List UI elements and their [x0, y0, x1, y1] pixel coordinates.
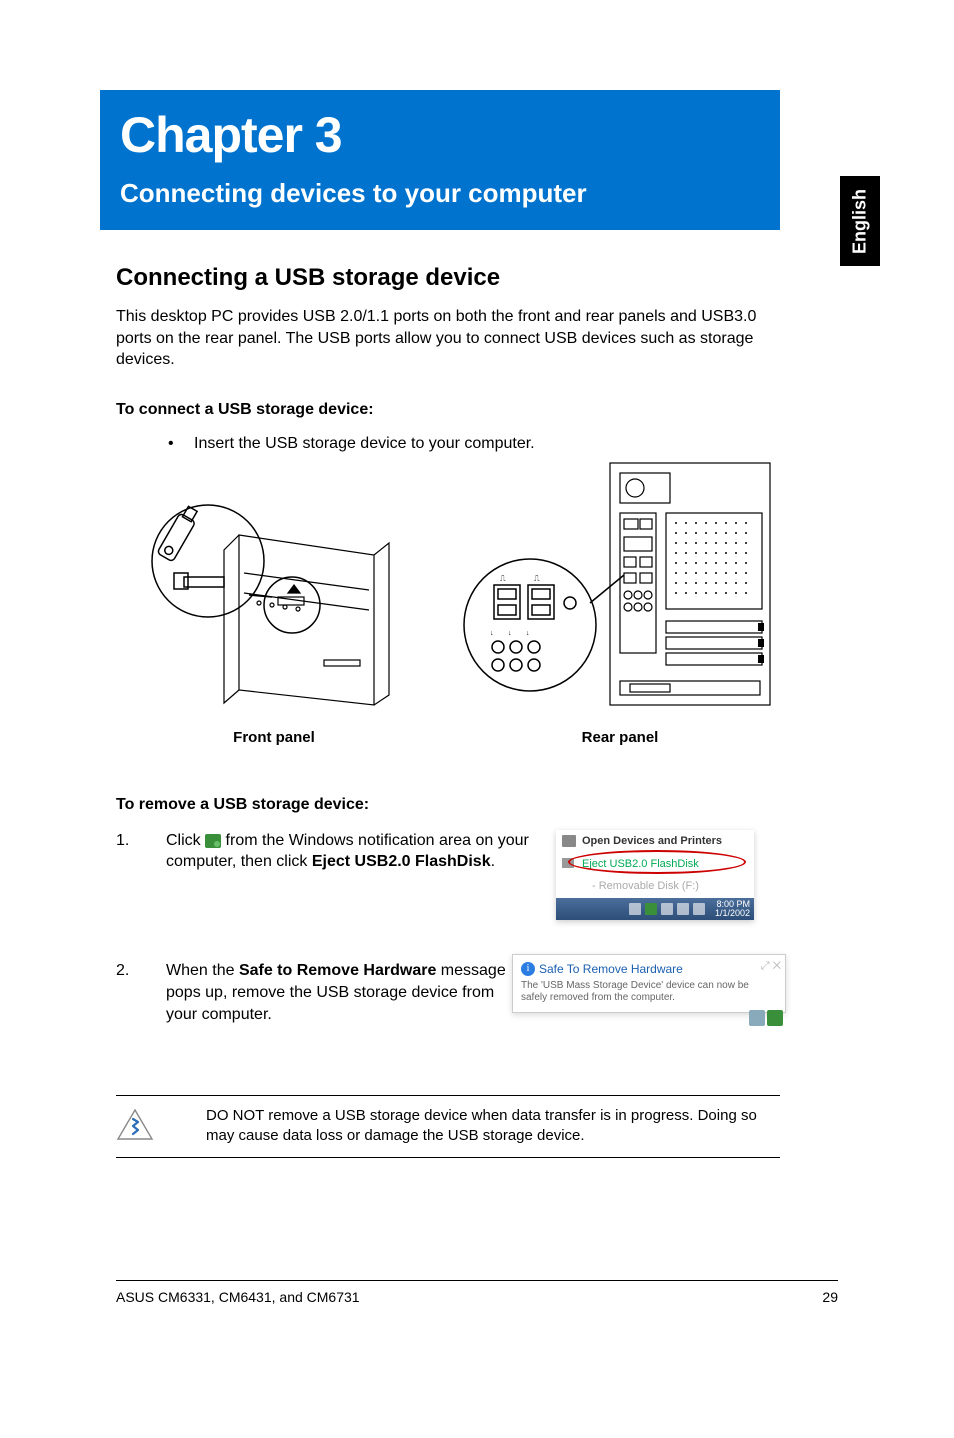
bullet-text: Insert the USB storage device to your co…: [194, 435, 535, 453]
eject-flashdisk-label: Eject USB2.0 FlashDisk: [582, 858, 699, 870]
figure-front-panel: Front panel: [116, 475, 432, 746]
svg-text:↓: ↓: [490, 630, 494, 637]
step-2-text: When the Safe to Remove Hardware message…: [166, 960, 506, 1025]
page-footer: ASUS CM6331, CM6431, and CM6731 29: [116, 1280, 838, 1305]
warning-icon: [116, 1108, 154, 1142]
remove-heading: To remove a USB storage device:: [116, 796, 780, 814]
svg-text:⎍: ⎍: [534, 574, 540, 583]
safe-remove-message: The 'USB Mass Storage Device' device can…: [521, 980, 777, 1004]
connect-heading: To connect a USB storage device:: [116, 401, 780, 419]
footer-model: ASUS CM6331, CM6431, and CM6731: [116, 1289, 360, 1305]
footer-page-number: 29: [822, 1289, 838, 1305]
bullet-dot: •: [168, 435, 194, 453]
rear-panel-caption: Rear panel: [582, 729, 659, 746]
info-icon: i: [521, 962, 535, 976]
chapter-subtitle: Connecting devices to your computer: [120, 178, 760, 209]
figure-rear-panel: ⎍ ⎍ ↓ ↓ ↓ Rear panel: [460, 475, 780, 746]
safe-remove-title: Safe To Remove Hardware: [539, 962, 683, 976]
chapter-title: Chapter 3: [120, 106, 760, 164]
intro-paragraph: This desktop PC provides USB 2.0/1.1 por…: [116, 306, 780, 371]
bullet-row: • Insert the USB storage device to your …: [116, 435, 780, 453]
open-devices-label: Open Devices and Printers: [582, 835, 722, 847]
front-panel-caption: Front panel: [233, 729, 315, 746]
step-1-number: 1.: [116, 830, 146, 852]
svg-text:⎍: ⎍: [500, 574, 506, 583]
taskbar-clock: 8:00 PM1/1/2002: [709, 900, 750, 918]
rear-panel-illustration: ⎍ ⎍ ↓ ↓ ↓: [460, 455, 780, 715]
svg-text:↓: ↓: [526, 630, 530, 637]
section-heading: Connecting a USB storage device: [116, 264, 780, 292]
front-panel-illustration: [144, 495, 404, 715]
step-2-number: 2.: [116, 960, 146, 982]
language-tab: English: [840, 176, 880, 266]
step-1-text: Click from the Windows notification area…: [166, 830, 536, 873]
warning-text: DO NOT remove a USB storage device when …: [206, 1106, 780, 1147]
safe-remove-popup-figure: ⤢ ✕ iSafe To Remove Hardware The 'USB Ma…: [512, 954, 786, 1012]
warning-note: DO NOT remove a USB storage device when …: [116, 1095, 780, 1158]
removable-disk-label: Removable Disk (F:): [599, 880, 699, 892]
svg-text:↓: ↓: [508, 630, 512, 637]
chapter-header: Chapter 3 Connecting devices to your com…: [100, 90, 780, 230]
eject-popup-figure: Open Devices and Printers Eject USB2.0 F…: [556, 830, 754, 921]
usb-tray-icon: [205, 834, 221, 848]
